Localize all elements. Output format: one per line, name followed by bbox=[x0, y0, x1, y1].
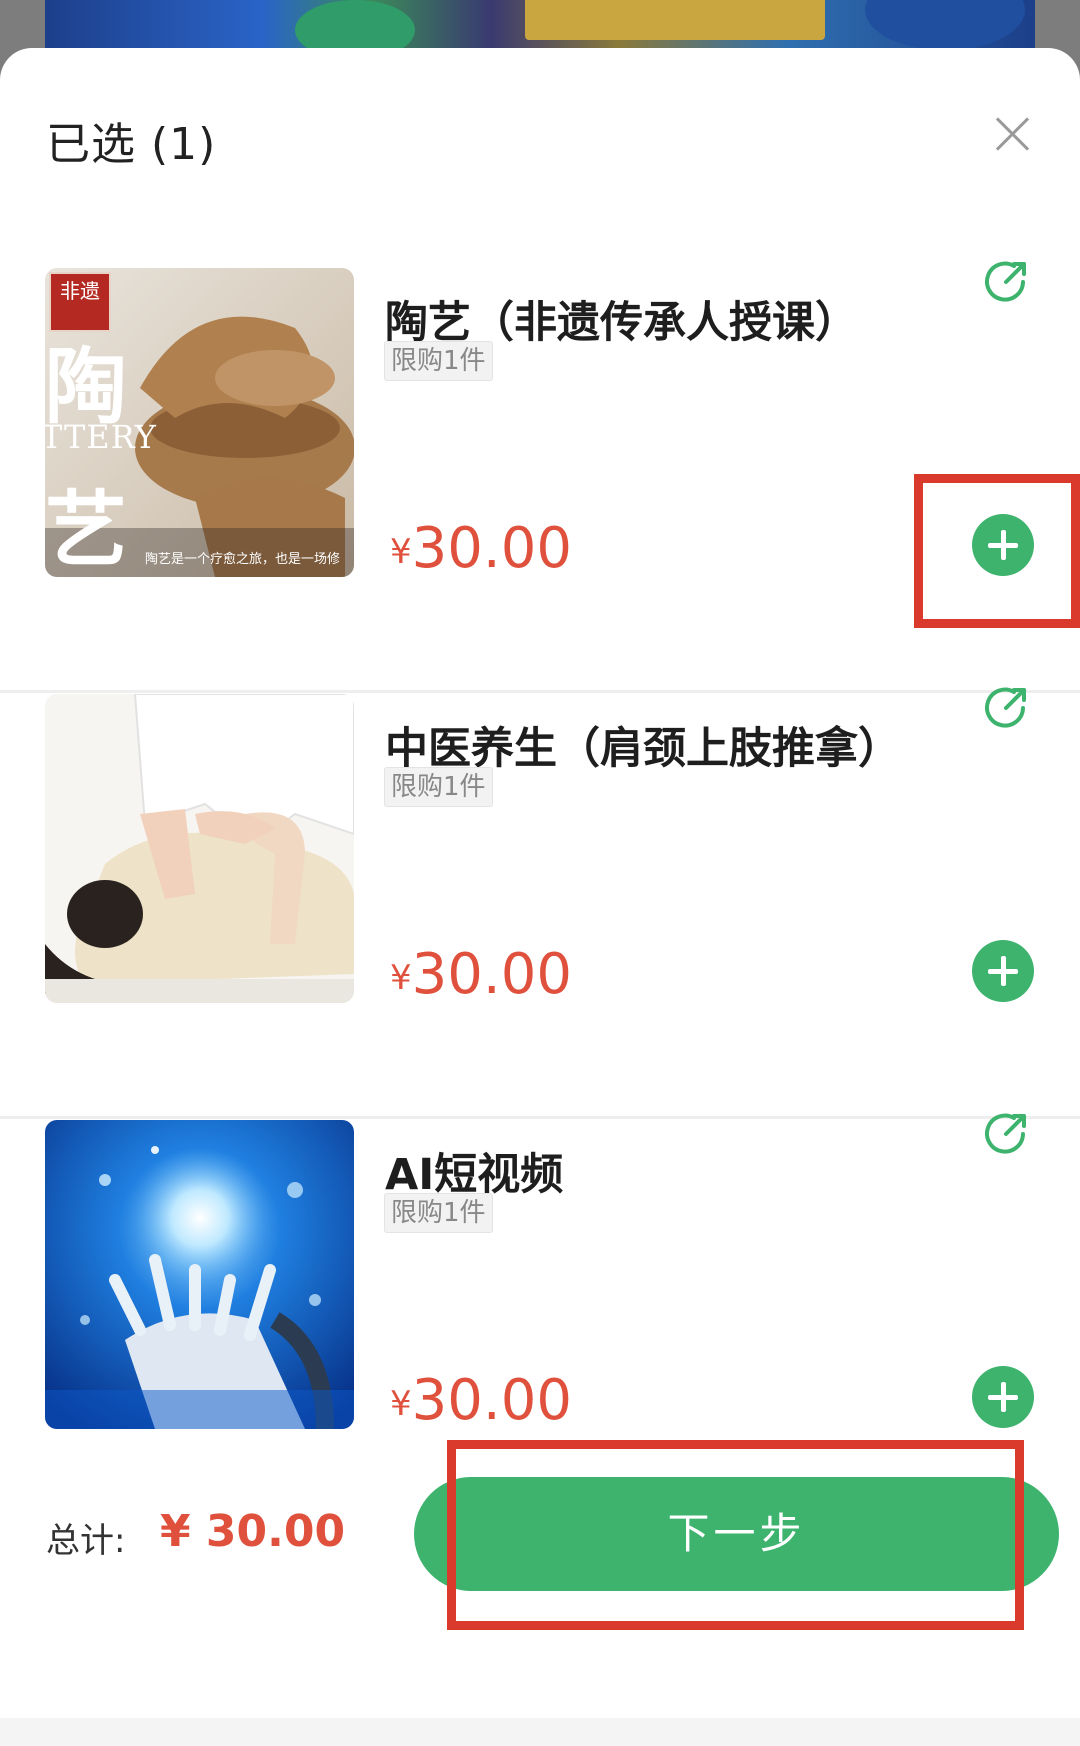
image-glyph: 艺 bbox=[45, 482, 128, 577]
share-icon[interactable] bbox=[984, 1110, 1030, 1156]
price-amount: 30.00 bbox=[411, 516, 572, 581]
purchase-limit-badge: 限购1件 bbox=[384, 767, 493, 807]
sheet-title: 已选 (1) bbox=[46, 119, 217, 170]
highlight-box bbox=[447, 1440, 1024, 1630]
item-price: ¥30.00 bbox=[390, 942, 572, 1007]
bottom-strip bbox=[0, 1718, 1080, 1746]
image-caption: 陶艺是一个疗愈之旅，也是一场修 bbox=[145, 552, 341, 567]
ai-video-image bbox=[45, 1120, 354, 1429]
purchase-limit-badge: 限购1件 bbox=[384, 341, 493, 381]
share-icon[interactable] bbox=[984, 258, 1030, 304]
banner-shape bbox=[865, 0, 1025, 50]
item-price: ¥30.00 bbox=[390, 1368, 572, 1433]
currency-symbol: ¥ bbox=[390, 958, 412, 998]
close-icon[interactable] bbox=[990, 112, 1034, 156]
item-price: ¥30.00 bbox=[390, 516, 572, 581]
divider bbox=[0, 690, 1080, 693]
total-value: ¥ 30.00 bbox=[160, 1506, 346, 1557]
share-icon[interactable] bbox=[984, 684, 1030, 730]
price-amount: 30.00 bbox=[411, 942, 572, 1007]
list-item: AI短视频 限购1件 ¥30.00 bbox=[0, 1113, 1080, 1460]
currency-symbol: ¥ bbox=[390, 1384, 412, 1424]
massage-thumbnail[interactable] bbox=[45, 694, 354, 1003]
pottery-thumbnail[interactable]: 非遗 陶 TTERY 艺 陶艺是一个疗愈之旅，也是一场修 bbox=[45, 268, 354, 577]
banner-shape bbox=[525, 0, 825, 40]
add-button[interactable] bbox=[972, 940, 1034, 1002]
list-item: 中医养生（肩颈上肢推拿） 限购1件 ¥30.00 bbox=[0, 687, 1080, 1119]
image-english-text: TTERY bbox=[45, 418, 157, 456]
add-button[interactable] bbox=[972, 1366, 1034, 1428]
divider bbox=[0, 1116, 1080, 1119]
massage-image bbox=[45, 694, 354, 1003]
total-label: 总计: bbox=[46, 1521, 126, 1561]
ai-video-thumbnail[interactable] bbox=[45, 1120, 354, 1429]
currency-symbol: ¥ bbox=[390, 532, 412, 572]
highlight-box bbox=[914, 474, 1080, 628]
price-amount: 30.00 bbox=[411, 1368, 572, 1433]
purchase-limit-badge: 限购1件 bbox=[384, 1193, 493, 1233]
